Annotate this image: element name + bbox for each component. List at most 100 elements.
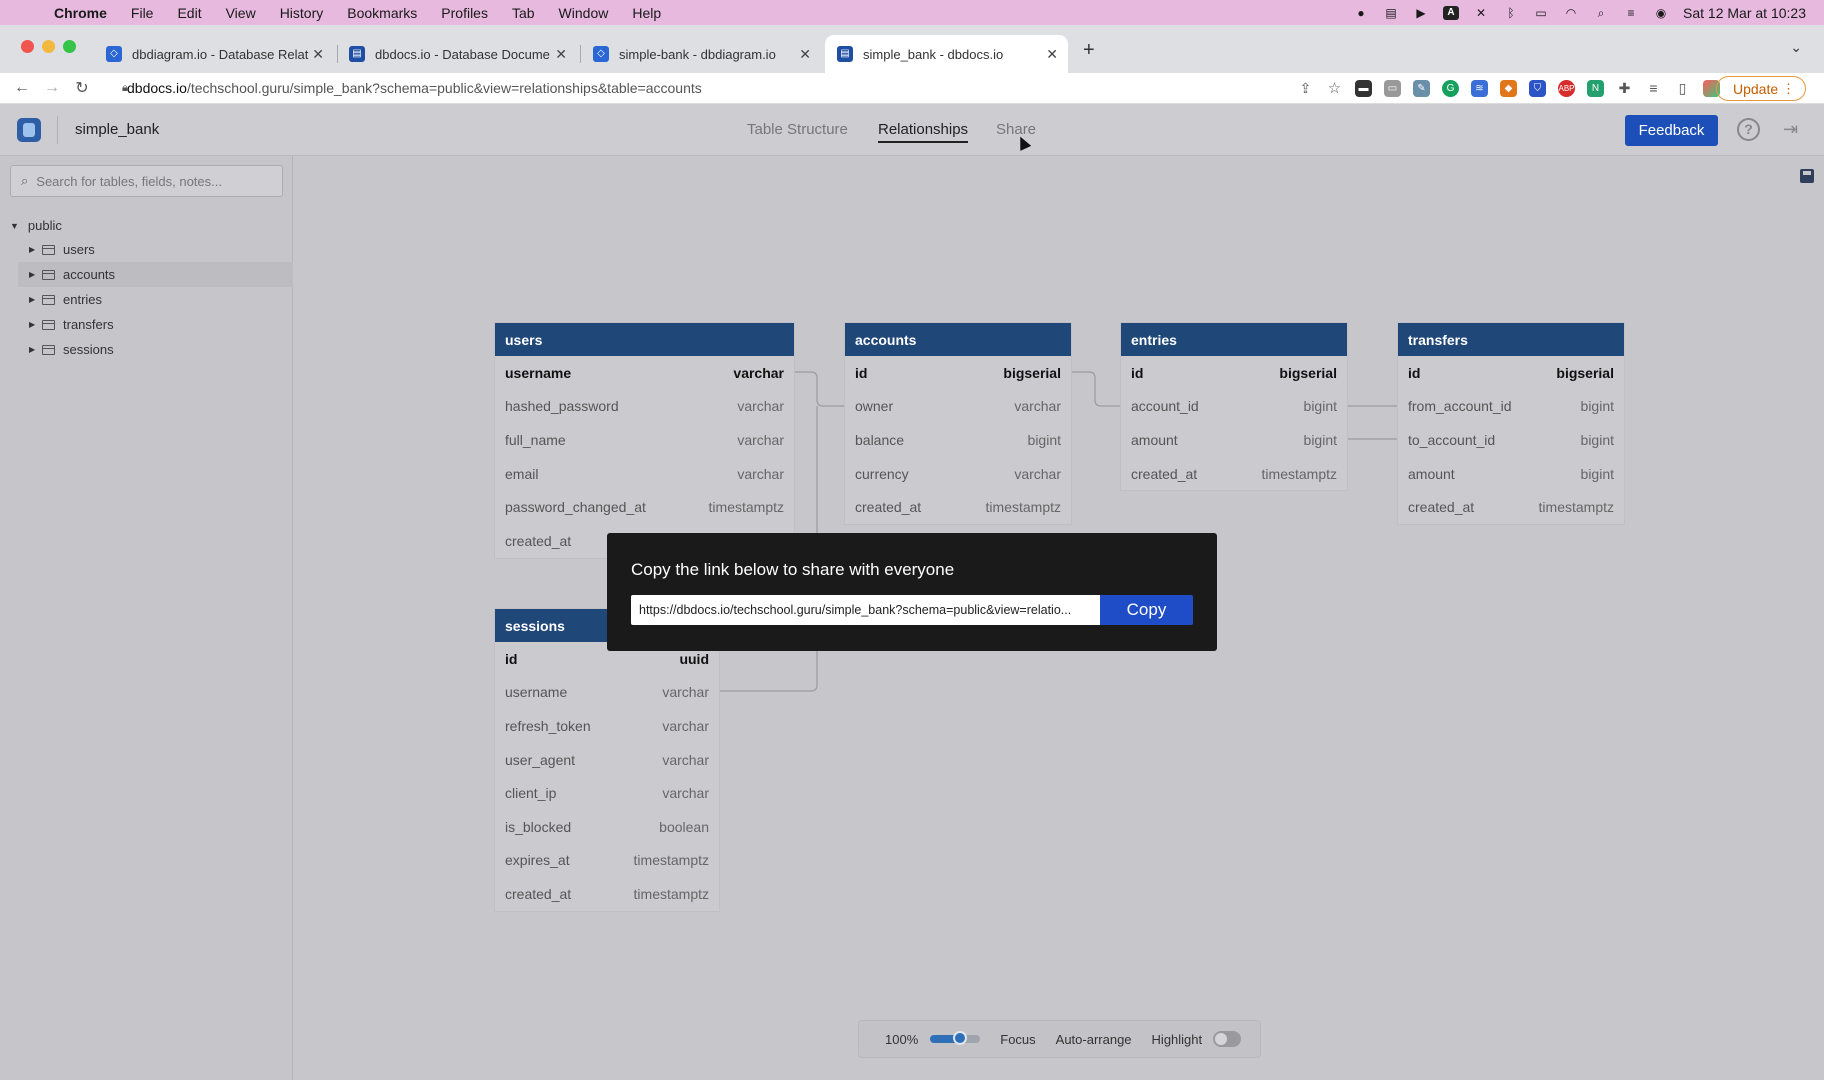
- new-tab-button[interactable]: +: [1083, 39, 1095, 62]
- menu-history[interactable]: History: [280, 5, 324, 21]
- menu-edit[interactable]: Edit: [177, 5, 201, 21]
- field-row[interactable]: email varchar: [495, 457, 794, 491]
- feedback-button[interactable]: Feedback: [1625, 115, 1718, 146]
- field-row[interactable]: password_changed_at timestamptz: [495, 490, 794, 524]
- field-row[interactable]: username varchar: [495, 676, 719, 710]
- field-row[interactable]: id bigserial: [1398, 356, 1624, 390]
- table-transfers[interactable]: transfers id bigserial from_account_id bigi…: [1398, 323, 1624, 524]
- zoom-window-button[interactable]: [63, 40, 76, 53]
- bluetooth-icon[interactable]: ᛒ: [1503, 6, 1519, 20]
- sidebar-item-sessions[interactable]: ▶ sessions: [18, 337, 293, 362]
- reading-list-icon[interactable]: ≡: [1645, 80, 1662, 97]
- metamask-icon[interactable]: ◆: [1500, 79, 1517, 97]
- table-users[interactable]: users username varchar hashed_password varc…: [495, 323, 794, 558]
- browser-tab-simple-bank-dbdiagram[interactable]: ◇ simple-bank - dbdiagram.io ✕: [581, 35, 821, 73]
- zoom-slider-knob[interactable]: [953, 1031, 968, 1045]
- siri-icon[interactable]: ◉: [1653, 6, 1669, 20]
- browser-tab-simple-bank-dbdocs[interactable]: ▤ simple_bank - dbdocs.io ✕: [825, 35, 1068, 73]
- field-row[interactable]: hashed_password varchar: [495, 390, 794, 424]
- menu-file[interactable]: File: [131, 5, 154, 21]
- save-icon[interactable]: [1800, 169, 1814, 183]
- field-row[interactable]: amount bigint: [1121, 423, 1347, 457]
- field-row[interactable]: user_agent varchar: [495, 743, 719, 777]
- field-row[interactable]: amount bigint: [1398, 457, 1624, 491]
- auto-arrange-button[interactable]: Auto-arrange: [1056, 1032, 1132, 1047]
- table-header[interactable]: users: [495, 323, 794, 356]
- tab-search-chevron-icon[interactable]: ⌄: [1790, 39, 1802, 56]
- field-row[interactable]: is_blocked boolean: [495, 810, 719, 844]
- field-row[interactable]: id bigserial: [1121, 356, 1347, 390]
- mute-icon[interactable]: ✕: [1473, 6, 1489, 20]
- highlight-toggle[interactable]: [1213, 1031, 1242, 1047]
- tab-table-structure[interactable]: Table Structure: [747, 121, 848, 138]
- table-header[interactable]: transfers: [1398, 323, 1624, 356]
- adblock-icon[interactable]: ABP: [1558, 79, 1575, 97]
- menu-app-chrome[interactable]: Chrome: [54, 5, 107, 21]
- menu-tab[interactable]: Tab: [512, 5, 535, 21]
- field-row[interactable]: currency varchar: [845, 457, 1071, 491]
- field-row[interactable]: account_id bigint: [1121, 390, 1347, 424]
- record-icon[interactable]: ●: [1353, 6, 1369, 20]
- logout-icon[interactable]: ⇥: [1783, 119, 1798, 140]
- forward-arrow-icon[interactable]: →: [39, 79, 65, 97]
- puzzle-icon[interactable]: ✚: [1616, 80, 1633, 97]
- dbdocs-logo-icon[interactable]: [17, 118, 41, 142]
- back-arrow-icon[interactable]: ←: [9, 79, 35, 97]
- field-row[interactable]: created_at timestamptz: [1398, 490, 1624, 524]
- sidebar-item-transfers[interactable]: ▶ transfers: [18, 312, 293, 337]
- table-accounts[interactable]: accounts id bigserial owner varchar balance b…: [845, 323, 1071, 524]
- table-entries[interactable]: entries id bigserial account_id bigint amoun…: [1121, 323, 1347, 491]
- extension-icon[interactable]: ≋: [1471, 79, 1488, 97]
- field-row[interactable]: to_account_id bigint: [1398, 423, 1624, 457]
- field-row[interactable]: refresh_token varchar: [495, 709, 719, 743]
- field-row[interactable]: created_at timestamptz: [845, 490, 1071, 524]
- menu-profiles[interactable]: Profiles: [441, 5, 488, 21]
- extension-icon[interactable]: ▭: [1384, 79, 1401, 97]
- control-center-icon[interactable]: ≡: [1623, 6, 1639, 20]
- minimize-window-button[interactable]: [42, 40, 55, 53]
- table-sessions[interactable]: sessions id uuid username varchar refresh_to…: [495, 609, 719, 911]
- field-row[interactable]: balance bigint: [845, 423, 1071, 457]
- play-icon[interactable]: ▶: [1413, 6, 1429, 20]
- browser-tab-dbdocs[interactable]: ▤ dbdocs.io - Database Docume ✕: [337, 35, 577, 73]
- extension-icon[interactable]: N: [1587, 79, 1604, 97]
- sidebar-item-accounts[interactable]: ▶ accounts: [18, 262, 293, 287]
- share-icon[interactable]: ⇪: [1297, 80, 1314, 97]
- field-row[interactable]: from_account_id bigint: [1398, 390, 1624, 424]
- field-row[interactable]: expires_at timestamptz: [495, 844, 719, 878]
- sidebar-item-users[interactable]: ▶ users: [18, 237, 293, 262]
- close-tab-icon[interactable]: ✕: [312, 46, 324, 63]
- close-window-button[interactable]: [21, 40, 34, 53]
- browser-tab-dbdiagram[interactable]: ◇ dbdiagram.io - Database Relat ✕: [94, 35, 334, 73]
- close-tab-icon[interactable]: ✕: [555, 46, 567, 63]
- update-button[interactable]: Update ⋮: [1716, 76, 1806, 101]
- docker-icon[interactable]: ▤: [1383, 6, 1399, 20]
- field-row[interactable]: owner varchar: [845, 390, 1071, 424]
- field-row[interactable]: full_name varchar: [495, 423, 794, 457]
- table-header[interactable]: entries: [1121, 323, 1347, 356]
- table-header[interactable]: accounts: [845, 323, 1071, 356]
- address-bar[interactable]: dbdocs.io/techschool.guru/simple_bank?sc…: [127, 80, 702, 96]
- extension-icon[interactable]: ▬: [1355, 79, 1372, 97]
- spotlight-search-icon[interactable]: ⌕: [1593, 6, 1609, 20]
- field-row[interactable]: created_at timestamptz: [1121, 457, 1347, 491]
- side-panel-icon[interactable]: ▯: [1674, 80, 1691, 97]
- menu-bookmarks[interactable]: Bookmarks: [347, 5, 417, 21]
- bitwarden-icon[interactable]: ⛉: [1529, 79, 1546, 97]
- help-icon[interactable]: ?: [1737, 118, 1760, 141]
- tab-relationships[interactable]: Relationships: [878, 121, 969, 143]
- tab-share[interactable]: Share: [996, 121, 1036, 138]
- close-tab-icon[interactable]: ✕: [799, 46, 811, 63]
- menubar-clock[interactable]: Sat 12 Mar at 10:23: [1683, 5, 1806, 21]
- focus-button[interactable]: Focus: [1000, 1032, 1035, 1047]
- zoom-slider[interactable]: [930, 1031, 981, 1045]
- share-link-field[interactable]: https://dbdocs.io/techschool.guru/simple…: [631, 595, 1100, 625]
- schema-tree-public[interactable]: ▼ public: [10, 218, 62, 233]
- extension-icon[interactable]: ✎: [1413, 79, 1430, 97]
- menu-view[interactable]: View: [226, 5, 256, 21]
- menu-window[interactable]: Window: [559, 5, 609, 21]
- wifi-icon[interactable]: ◠: [1563, 6, 1579, 20]
- battery-icon[interactable]: ▭: [1533, 6, 1549, 20]
- sidebar-item-entries[interactable]: ▶ entries: [18, 287, 293, 312]
- field-row[interactable]: created_at timestamptz: [495, 877, 719, 911]
